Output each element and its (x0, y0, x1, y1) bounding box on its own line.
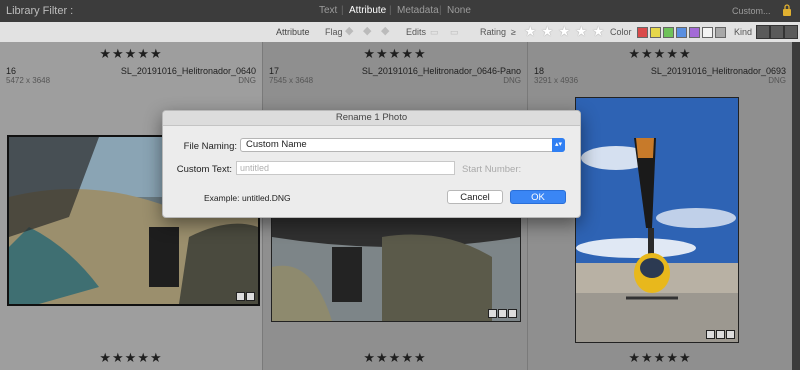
ok-button[interactable]: OK (510, 190, 566, 204)
helicopter-photo (576, 98, 738, 342)
rating-star-icon[interactable]: ★ (575, 23, 588, 40)
rating-label: Rating (480, 27, 507, 37)
filter-separator: | (439, 5, 442, 16)
rename-photo-dialog: Rename 1 Photo File Naming: Custom Name … (162, 110, 581, 218)
color-swatch-white[interactable] (702, 27, 713, 38)
color-swatch-green[interactable] (663, 27, 674, 38)
file-naming-select[interactable]: Custom Name ▴▾ (240, 138, 565, 152)
library-filter-title: Library Filter : (6, 5, 74, 17)
cell-dimensions: 7545 x 3648 (269, 76, 314, 85)
cell-index: 16 (6, 66, 17, 76)
cancel-button[interactable]: Cancel (447, 190, 503, 204)
filter-tab-text[interactable]: Text (319, 5, 337, 16)
flag-icon[interactable]: ◆ (381, 24, 389, 37)
filter-separator: | (341, 5, 344, 16)
example-value: untitled.DNG (242, 193, 291, 203)
filter-tab-metadata[interactable]: Metadata (397, 5, 439, 16)
flag-icon[interactable]: ◆ (363, 24, 371, 37)
thumbnail-badges (236, 292, 255, 301)
attribute-label: Attribute (276, 27, 310, 37)
flag-label: Flag (325, 27, 343, 37)
cell-filename: SL_20191016_Helitronador_0646-Pano (361, 66, 521, 76)
filter-preset-dropdown[interactable]: Custom... (732, 6, 771, 16)
rating-stars[interactable]: ★★★★★ (528, 46, 792, 62)
rating-stars[interactable]: ★★★★★ (528, 350, 792, 366)
rating-stars[interactable]: ★★★★★ (263, 350, 527, 366)
start-number-label: Start Number: (462, 164, 522, 175)
rating-star-icon[interactable]: ★ (524, 23, 537, 40)
cell-index: 18 (534, 66, 545, 76)
cell-dimensions: 3291 x 4936 (534, 76, 579, 85)
kind-label: Kind (734, 27, 753, 37)
cell-dimensions: 5472 x 3648 (6, 76, 51, 85)
color-swatch-gray[interactable] (715, 27, 726, 38)
file-naming-value: Custom Name (246, 139, 307, 150)
chevron-updown-icon: ▴▾ (552, 138, 565, 152)
kind-virtual-icon[interactable] (770, 25, 784, 39)
rating-stars[interactable]: ★★★★★ (0, 46, 262, 62)
rating-star-icon[interactable]: ★ (541, 23, 554, 40)
cell-filename: SL_20191016_Helitronador_0640 (120, 66, 256, 76)
attribute-filter-bar: Attribute Flag ◆ ◆ ◆ Edits ▭ ▭ Rating ≥ … (0, 22, 800, 43)
rating-star-icon[interactable]: ★ (558, 23, 571, 40)
thumbnail-badges (706, 330, 735, 339)
cell-index: 17 (269, 66, 280, 76)
example-label: Example: (204, 193, 240, 203)
cell-filename: SL_20191016_Helitronador_0693 (650, 66, 786, 76)
photo-thumbnail[interactable] (575, 97, 739, 343)
edits-label: Edits (406, 27, 427, 37)
rating-operator[interactable]: ≥ (511, 27, 516, 37)
cell-extension: DNG (238, 76, 256, 85)
edits-icon[interactable]: ▭ (450, 27, 459, 38)
dialog-title: Rename 1 Photo (163, 111, 580, 126)
file-naming-label: File Naming: (183, 141, 237, 152)
kind-video-icon[interactable] (784, 25, 798, 39)
photo-thumbnail[interactable] (271, 216, 521, 322)
cell-extension: DNG (503, 76, 521, 85)
grid-scrollbar[interactable] (792, 42, 800, 370)
filter-tab-none[interactable]: None (447, 5, 471, 16)
pano-cockpit-photo (272, 217, 520, 321)
lock-icon[interactable] (782, 4, 792, 16)
thumbnail-badges (488, 309, 517, 318)
color-swatch-purple[interactable] (689, 27, 700, 38)
filter-separator: | (389, 5, 392, 16)
flag-icon[interactable]: ◆ (345, 24, 353, 37)
rating-stars[interactable]: ★★★★★ (263, 46, 527, 62)
cell-extension: DNG (768, 76, 786, 85)
color-swatch-yellow[interactable] (650, 27, 661, 38)
rating-stars[interactable]: ★★★★★ (0, 350, 262, 366)
kind-master-icon[interactable] (756, 25, 770, 39)
color-swatch-blue[interactable] (676, 27, 687, 38)
library-filter-bar: Library Filter : Text | Attribute | Meta… (0, 0, 800, 22)
custom-text-label: Custom Text: (176, 164, 232, 175)
color-label: Color (610, 27, 632, 37)
custom-text-input[interactable]: untitled (236, 161, 455, 175)
filter-tab-attribute[interactable]: Attribute (349, 5, 386, 16)
edits-icon[interactable]: ▭ (430, 27, 439, 38)
color-swatch-red[interactable] (637, 27, 648, 38)
rating-star-icon[interactable]: ★ (592, 23, 605, 40)
